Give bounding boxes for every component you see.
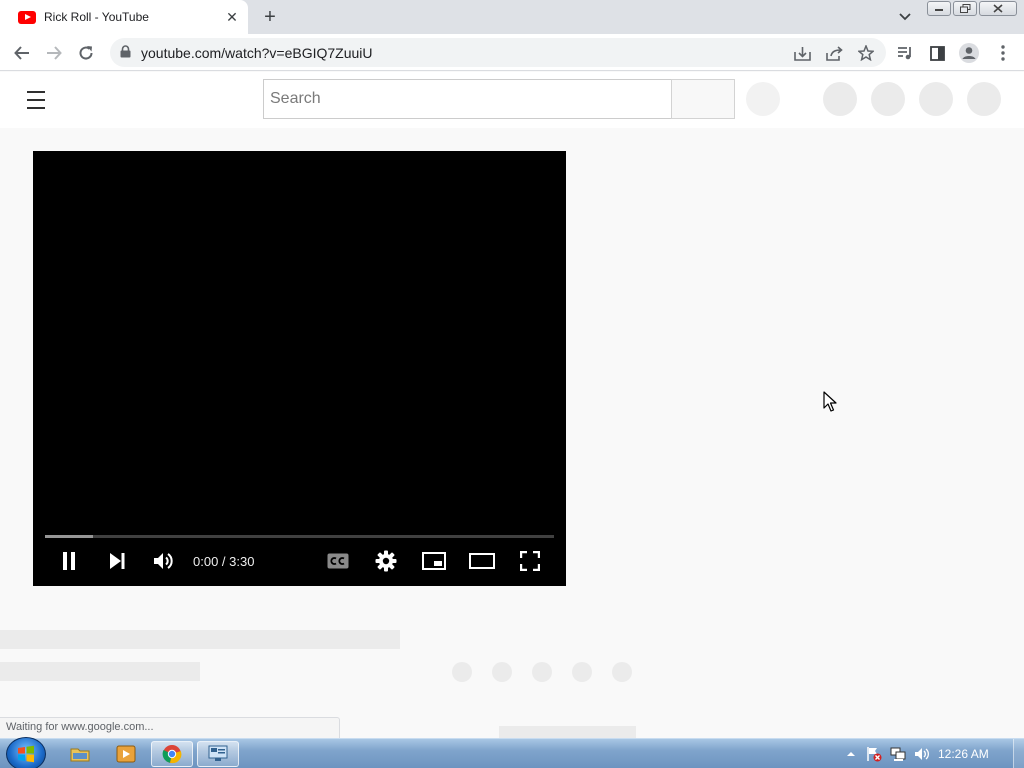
create-button-placeholder: [823, 82, 857, 116]
show-hidden-icons-icon[interactable]: [843, 746, 859, 762]
captions-icon[interactable]: [325, 549, 351, 573]
bookmark-star-icon[interactable]: [855, 42, 877, 64]
reload-icon[interactable]: [73, 40, 99, 66]
taskbar-media-player-icon[interactable]: [105, 741, 147, 767]
volume-icon[interactable]: [152, 549, 176, 573]
forward-arrow-icon[interactable]: [41, 40, 67, 66]
title-placeholder: [0, 630, 400, 649]
chrome-menu-icon[interactable]: [990, 40, 1016, 66]
mouse-cursor-icon: [823, 391, 837, 413]
install-app-icon[interactable]: [791, 42, 813, 64]
status-bar: Waiting for www.google.com...: [0, 717, 340, 738]
tab-search-chevron-icon[interactable]: [894, 7, 916, 27]
start-button[interactable]: [6, 737, 46, 768]
taskbar-explorer-icon[interactable]: [59, 741, 101, 767]
back-arrow-icon[interactable]: [9, 40, 35, 66]
guide-menu-icon[interactable]: [25, 89, 47, 111]
youtube-masthead: [0, 72, 1024, 128]
action-center-flag-icon[interactable]: [866, 746, 882, 762]
apps-button-placeholder: [871, 82, 905, 116]
windows-taskbar: 12:26 AM: [0, 737, 1024, 768]
address-bar[interactable]: youtube.com/watch?v=eBGIQ7ZuuiU: [110, 38, 886, 67]
account-placeholder: [967, 82, 1001, 116]
lock-icon: [120, 44, 131, 61]
theater-mode-icon[interactable]: [469, 549, 495, 573]
taskbar-remote-desktop-icon[interactable]: [197, 741, 239, 767]
share-icon[interactable]: [823, 42, 845, 64]
side-panel-icon[interactable]: [924, 40, 950, 66]
time-display: 0:00 / 3:30: [193, 554, 255, 569]
progress-bar[interactable]: [45, 535, 554, 538]
tab-title: Rick Roll - YouTube: [44, 10, 149, 24]
profile-avatar-icon[interactable]: [956, 40, 982, 66]
miniplayer-icon[interactable]: [421, 549, 447, 573]
close-tab-icon[interactable]: ✕: [222, 7, 242, 27]
notifications-placeholder: [919, 82, 953, 116]
media-control-icon[interactable]: [892, 40, 918, 66]
network-icon[interactable]: [890, 746, 906, 762]
action-placeholder: [532, 662, 552, 682]
description-placeholder: [499, 726, 636, 738]
show-desktop-button[interactable]: [1013, 739, 1024, 768]
settings-gear-icon[interactable]: [373, 549, 399, 573]
action-placeholder: [612, 662, 632, 682]
taskbar-chrome-icon[interactable]: [151, 741, 193, 767]
progress-loaded: [45, 535, 94, 538]
url-text: youtube.com/watch?v=eBGIQ7ZuuiU: [141, 44, 373, 61]
close-window-button[interactable]: [979, 1, 1017, 16]
taskbar-clock[interactable]: 12:26 AM: [938, 747, 989, 761]
voice-search-placeholder: [746, 82, 780, 116]
pause-icon[interactable]: [57, 549, 81, 573]
tab-strip: Rick Roll - YouTube ✕ +: [0, 0, 1024, 34]
search-button[interactable]: [671, 79, 735, 119]
action-placeholder: [452, 662, 472, 682]
speaker-volume-icon[interactable]: [914, 746, 930, 762]
action-placeholder: [492, 662, 512, 682]
youtube-favicon-icon: [18, 10, 36, 24]
new-tab-button[interactable]: +: [258, 5, 282, 29]
video-player[interactable]: 0:00 / 3:30: [33, 151, 566, 586]
action-placeholder: [572, 662, 592, 682]
restore-window-button[interactable]: [953, 1, 977, 16]
search-box[interactable]: [263, 79, 672, 119]
browser-toolbar: youtube.com/watch?v=eBGIQ7ZuuiU: [0, 34, 1024, 71]
channel-placeholder: [0, 662, 200, 681]
fullscreen-icon[interactable]: [517, 549, 543, 573]
next-icon[interactable]: [105, 549, 129, 573]
browser-tab[interactable]: Rick Roll - YouTube ✕: [0, 0, 248, 34]
minimize-window-button[interactable]: [927, 1, 951, 16]
search-input[interactable]: [270, 90, 671, 108]
